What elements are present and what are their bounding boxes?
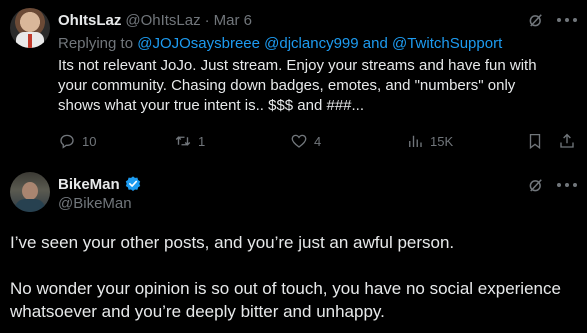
user-handle[interactable]: @BikeMan [58, 195, 132, 212]
display-name[interactable]: OhItsLaz [58, 12, 121, 29]
tweet-text: I’ve seen your other posts, and you’re j… [10, 231, 580, 323]
avatar[interactable] [10, 8, 50, 48]
avatar-body [15, 199, 45, 212]
repost-icon [175, 136, 191, 146]
like-button[interactable]: 4 [290, 131, 321, 151]
display-name-row: BikeMan [58, 175, 142, 193]
verified-badge-icon[interactable] [124, 175, 142, 193]
tweet-paragraph: No wonder your opinion is so out of touc… [10, 279, 561, 321]
reply-icon [60, 134, 74, 149]
tweet-header: OhItsLaz @OhItsLaz · Mar 6 [58, 10, 252, 30]
replying-to: Replying to @JOJOsaysbreee @djclancy999 … [58, 35, 502, 52]
timestamp[interactable]: Mar 6 [214, 12, 252, 29]
more-dot [573, 183, 577, 187]
avatar[interactable] [10, 172, 50, 212]
like-count: 4 [314, 133, 322, 149]
grok-icon[interactable] [527, 11, 545, 29]
repost-button[interactable]: 1 [174, 131, 205, 151]
more-icon[interactable] [557, 11, 577, 29]
main-tweet[interactable]: BikeMan @BikeMan I’ve seen your other po… [0, 160, 587, 333]
grok-icon[interactable] [527, 176, 545, 194]
tweet-paragraph: I’ve seen your other posts, and you’re j… [10, 233, 455, 252]
tweet-actions: 10 1 4 15K [58, 131, 577, 151]
repost-count: 1 [198, 133, 206, 149]
more-icon[interactable] [557, 176, 577, 194]
replying-to-label: Replying to [58, 35, 134, 52]
bookmark-icon [529, 133, 541, 150]
avatar-face [22, 182, 38, 200]
bookmark-button[interactable] [526, 131, 544, 151]
tweet-text: Its not relevant JoJo. Just stream. Enjo… [58, 57, 537, 114]
reply-tweet[interactable]: OhItsLaz @OhItsLaz · Mar 6 Replying to @… [0, 0, 587, 160]
separator: · [204, 11, 210, 29]
reply-button[interactable]: 10 [58, 131, 96, 151]
more-dot [557, 183, 561, 187]
user-handle[interactable]: @OhItsLaz [125, 12, 200, 29]
avatar-tie [28, 34, 32, 48]
more-dot [573, 18, 577, 22]
views-count: 15K [430, 133, 454, 149]
more-dot [557, 18, 561, 22]
more-dot [565, 183, 569, 187]
views-button[interactable]: 15K [406, 131, 453, 151]
like-icon [291, 134, 307, 148]
share-icon [560, 133, 574, 148]
more-dot [565, 18, 569, 22]
share-button[interactable] [558, 131, 576, 151]
mention-links[interactable]: @JOJOsaysbreee @djclancy999 and @TwitchS… [137, 35, 502, 52]
reply-count: 10 [82, 133, 97, 149]
display-name[interactable]: BikeMan [58, 176, 120, 193]
views-icon [409, 135, 422, 147]
